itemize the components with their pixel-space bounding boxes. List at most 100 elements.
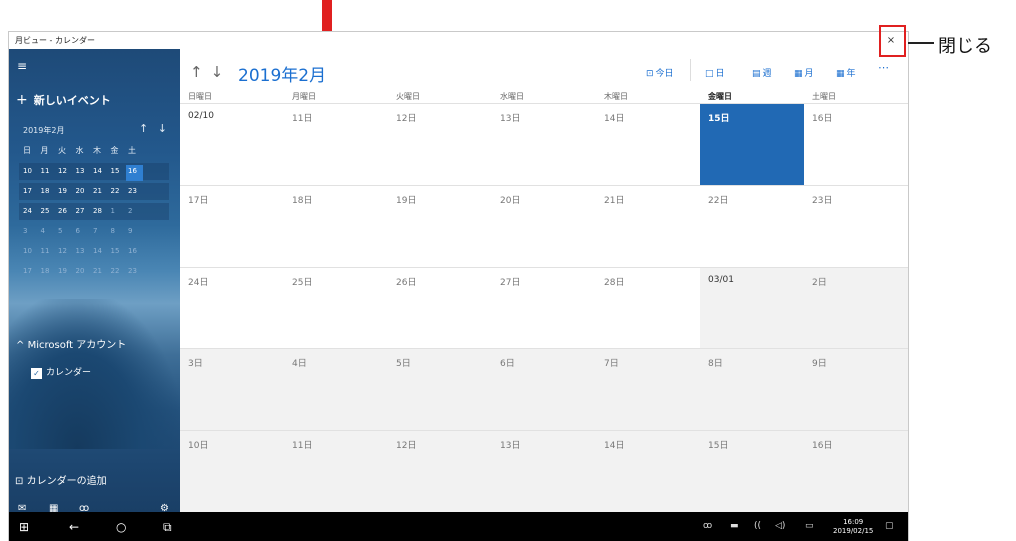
mini-day[interactable]: 23	[128, 267, 146, 275]
mini-day[interactable]: 9	[128, 227, 146, 235]
mini-day[interactable]: 22	[111, 267, 129, 275]
battery-icon[interactable]: ▬	[730, 521, 739, 531]
day-cell[interactable]: 13日	[492, 103, 596, 185]
add-calendar-button[interactable]: ⊡ カレンダーの追加	[15, 472, 107, 487]
mini-prev-arrow-icon[interactable]: ↑	[139, 122, 148, 135]
mini-day[interactable]: 20	[76, 267, 94, 275]
mini-day[interactable]: 17	[23, 267, 41, 275]
mini-day[interactable]: 5	[58, 227, 76, 235]
day-cell[interactable]: 2日	[804, 266, 908, 349]
day-cell[interactable]: 12日	[388, 103, 492, 185]
mini-day[interactable]: 28	[93, 207, 111, 215]
mini-day[interactable]: 10	[23, 167, 41, 175]
mini-day[interactable]: 21	[93, 187, 111, 195]
keyboard-icon[interactable]: ▭	[805, 521, 814, 531]
day-cell[interactable]: 25日	[284, 266, 388, 349]
mini-day[interactable]: 17	[23, 187, 41, 195]
day-cell[interactable]: 22日	[700, 184, 804, 267]
mini-day[interactable]: 18	[41, 187, 59, 195]
day-cell[interactable]: 14日	[596, 103, 700, 185]
day-cell[interactable]: 10日	[180, 430, 284, 512]
day-cell[interactable]: 4日	[284, 348, 388, 431]
day-cell[interactable]: 7日	[596, 348, 700, 431]
new-event-button[interactable]: + 新しいイベント	[16, 92, 111, 108]
day-view-button[interactable]: □ 日	[705, 66, 725, 79]
mini-day[interactable]: 2	[128, 207, 146, 215]
hamburger-menu-icon[interactable]: ≡	[17, 59, 27, 73]
mini-day[interactable]: 21	[93, 267, 111, 275]
mini-day[interactable]: 11	[41, 167, 59, 175]
people-icon[interactable]: ꝏ	[79, 503, 89, 512]
task-view-icon[interactable]: ⧉	[163, 520, 172, 535]
day-cell[interactable]: 27日	[492, 266, 596, 349]
day-cell[interactable]: 19日	[388, 184, 492, 267]
today-button[interactable]: ⊡ 今日	[646, 66, 674, 79]
day-cell[interactable]: 21日	[596, 184, 700, 267]
day-cell[interactable]: 11日	[284, 103, 388, 185]
mini-day[interactable]: 10	[23, 247, 41, 255]
back-arrow-icon[interactable]: ←	[69, 520, 79, 534]
mini-day[interactable]: 4	[41, 227, 59, 235]
calendar-checkbox[interactable]: ✓ カレンダー	[31, 365, 91, 379]
account-section-header[interactable]: ^ Microsoft アカウント	[16, 336, 126, 351]
mini-day[interactable]: 18	[41, 267, 59, 275]
day-cell[interactable]: 16日	[804, 430, 908, 512]
day-cell[interactable]: 11日	[284, 430, 388, 512]
notification-center-icon[interactable]: ▢	[885, 521, 894, 531]
mini-day[interactable]: 23	[128, 187, 146, 195]
mini-day[interactable]: 8	[111, 227, 129, 235]
mini-day[interactable]: 24	[23, 207, 41, 215]
day-cell[interactable]: 5日	[388, 348, 492, 431]
day-cell[interactable]: 20日	[492, 184, 596, 267]
mini-calendar-month[interactable]: 2019年2月	[23, 125, 64, 136]
previous-month-arrow-icon[interactable]: ↑	[190, 63, 203, 81]
mini-day[interactable]: 3	[23, 227, 41, 235]
day-cell[interactable]: 02/10	[180, 103, 284, 185]
day-cell[interactable]: 16日	[804, 103, 908, 185]
day-cell[interactable]: 15日	[700, 430, 804, 512]
day-cell[interactable]: 23日	[804, 184, 908, 267]
mini-day[interactable]: 14	[93, 247, 111, 255]
mini-day[interactable]: 1	[111, 207, 129, 215]
day-cell[interactable]: 6日	[492, 348, 596, 431]
mini-day[interactable]: 16	[128, 167, 146, 175]
mini-day[interactable]: 27	[76, 207, 94, 215]
mini-day[interactable]: 19	[58, 187, 76, 195]
day-cell[interactable]: 28日	[596, 266, 700, 349]
mail-icon[interactable]: ✉	[18, 503, 26, 512]
next-month-arrow-icon[interactable]: ↓	[211, 63, 224, 81]
mini-day[interactable]: 25	[41, 207, 59, 215]
mini-day[interactable]: 12	[58, 247, 76, 255]
day-cell[interactable]: 13日	[492, 430, 596, 512]
mini-day[interactable]: 15	[111, 247, 129, 255]
day-cell[interactable]: 18日	[284, 184, 388, 267]
mini-day[interactable]: 20	[76, 187, 94, 195]
volume-icon[interactable]: ◁)	[775, 521, 785, 531]
day-cell[interactable]: 3日	[180, 348, 284, 431]
day-cell[interactable]: 15日	[700, 103, 804, 185]
day-cell[interactable]: 26日	[388, 266, 492, 349]
day-cell[interactable]: 12日	[388, 430, 492, 512]
week-view-button[interactable]: ▤ 週	[752, 66, 772, 79]
mini-day[interactable]: 11	[41, 247, 59, 255]
calendar-icon[interactable]: ▦	[49, 503, 58, 512]
mini-day[interactable]: 13	[76, 167, 94, 175]
month-view-button[interactable]: ▦ 月	[794, 66, 814, 79]
mini-day[interactable]: 16	[128, 247, 146, 255]
mini-day[interactable]: 14	[93, 167, 111, 175]
wifi-icon[interactable]: ((	[754, 521, 761, 531]
mini-day[interactable]: 15	[111, 167, 129, 175]
people-tray-icon[interactable]: ꝏ	[703, 521, 712, 531]
day-cell[interactable]: 24日	[180, 266, 284, 349]
mini-day[interactable]: 19	[58, 267, 76, 275]
month-title[interactable]: 2019年2月	[238, 61, 326, 86]
start-windows-icon[interactable]: ⊞	[19, 520, 29, 534]
more-options-icon[interactable]: ⋯	[878, 61, 889, 74]
clock[interactable]: 16:09 2019/02/15	[833, 518, 873, 536]
mini-next-arrow-icon[interactable]: ↓	[158, 122, 167, 135]
mini-day[interactable]: 6	[76, 227, 94, 235]
year-view-button[interactable]: ▦ 年	[836, 66, 856, 79]
mini-day[interactable]: 7	[93, 227, 111, 235]
day-cell[interactable]: 17日	[180, 184, 284, 267]
mini-day[interactable]: 26	[58, 207, 76, 215]
